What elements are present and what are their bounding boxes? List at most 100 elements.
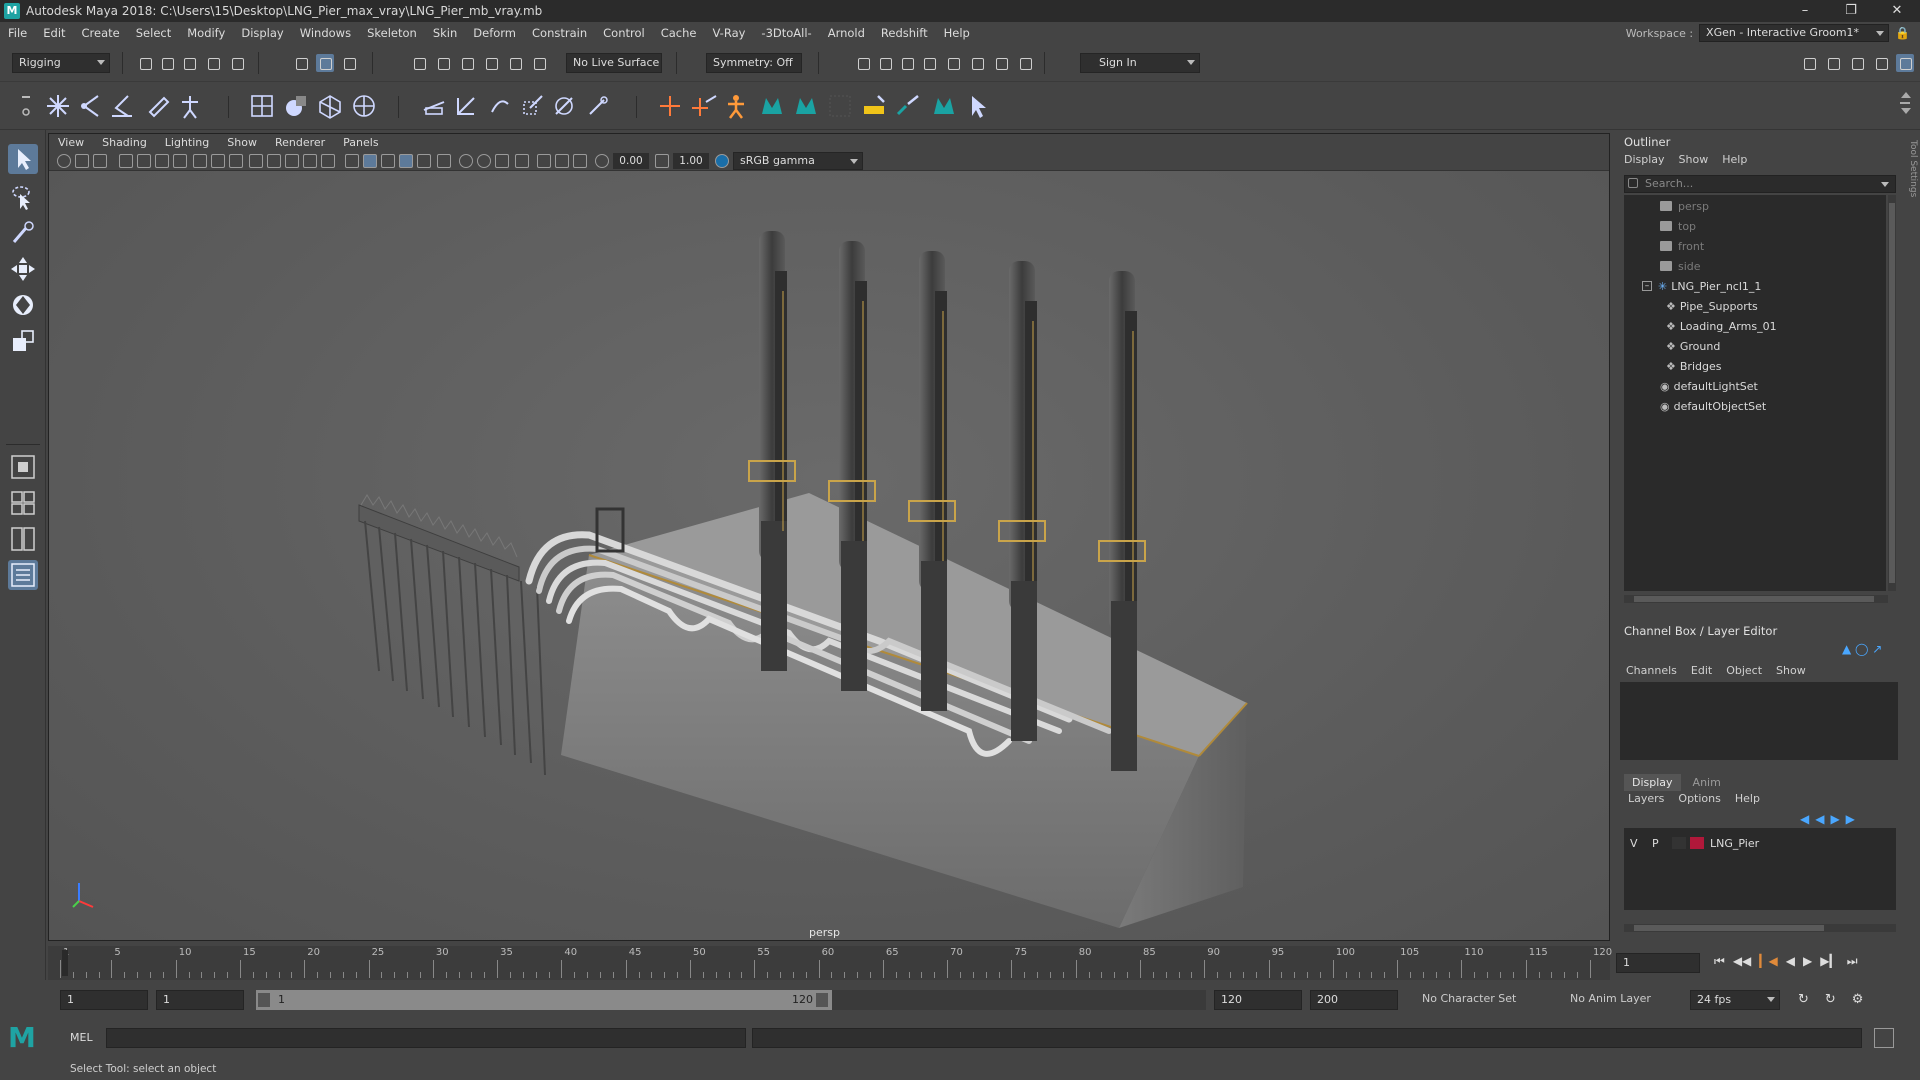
gate-mask-icon[interactable] xyxy=(249,154,263,168)
viewport-menu-view[interactable]: View xyxy=(49,136,93,149)
channel-box-toggle-icon[interactable] xyxy=(1896,54,1914,72)
layer-list[interactable]: V P LNG_Pier xyxy=(1624,828,1896,910)
screen-space-ao-icon[interactable] xyxy=(437,154,451,168)
menu-redshift[interactable]: Redshift xyxy=(873,26,936,40)
undo-icon[interactable] xyxy=(204,54,222,72)
pole-vector-icon[interactable] xyxy=(584,92,612,120)
play-forward-icon[interactable]: ▶ xyxy=(1803,954,1812,969)
outliner-menu-display[interactable]: Display xyxy=(1624,153,1665,166)
cluster-icon[interactable] xyxy=(282,92,310,120)
open-scene-icon[interactable] xyxy=(158,54,176,72)
snap-surface-icon[interactable] xyxy=(506,54,524,72)
layer-playback-toggle[interactable]: P xyxy=(1652,837,1672,850)
tool-settings-tab[interactable]: Tool Settings xyxy=(1906,140,1918,220)
scale-tool-icon[interactable] xyxy=(8,326,38,356)
menu-skeleton[interactable]: Skeleton xyxy=(359,26,425,40)
render-view-icon[interactable] xyxy=(968,54,986,72)
workspace-dropdown[interactable]: XGen - Interactive Groom1* xyxy=(1699,24,1890,42)
mash-tools-icon[interactable] xyxy=(930,92,958,120)
channels-menu[interactable]: Channels xyxy=(1626,664,1677,677)
channel-box-content[interactable] xyxy=(1620,682,1898,760)
sign-in-button[interactable]: Sign In xyxy=(1080,53,1200,73)
motion-blur-icon[interactable] xyxy=(459,154,473,168)
gamma-icon[interactable] xyxy=(655,154,669,168)
command-input[interactable] xyxy=(106,1028,746,1048)
gamma-field[interactable]: 1.00 xyxy=(673,153,709,169)
outliner-horizontal-scrollbar[interactable] xyxy=(1624,595,1888,603)
snap-view-icon[interactable] xyxy=(482,54,500,72)
viewport-menu-lighting[interactable]: Lighting xyxy=(156,136,218,149)
hik-character-icon[interactable] xyxy=(722,92,750,120)
textured-icon[interactable] xyxy=(381,154,395,168)
maya-home-logo-icon[interactable]: M xyxy=(8,1024,44,1052)
layer-row-lng-pier[interactable]: V P LNG_Pier xyxy=(1630,834,1759,852)
menu-set-dropdown[interactable]: Rigging xyxy=(12,53,110,73)
fps-dropdown[interactable]: 24 fps xyxy=(1690,990,1780,1010)
menu-cache[interactable]: Cache xyxy=(653,26,705,40)
wrap-icon[interactable] xyxy=(316,92,344,120)
layer-type-toggle[interactable] xyxy=(1672,837,1686,849)
paint-select-tool-icon[interactable] xyxy=(8,218,38,248)
select-tool-icon[interactable] xyxy=(8,144,38,174)
2d-pan-zoom-icon[interactable] xyxy=(137,154,151,168)
select-object-icon[interactable] xyxy=(316,54,334,72)
menu-help[interactable]: Help xyxy=(936,26,978,40)
select-hierarchy-icon[interactable] xyxy=(292,54,310,72)
layer-visibility-toggle[interactable]: V xyxy=(1630,837,1646,850)
aim-constraint-icon[interactable] xyxy=(452,92,480,120)
range-end-handle[interactable] xyxy=(816,993,828,1007)
pause-icon[interactable] xyxy=(1016,54,1034,72)
field-chart-icon[interactable] xyxy=(267,154,281,168)
close-button[interactable]: ✕ xyxy=(1874,0,1920,22)
viewport-menu-renderer[interactable]: Renderer xyxy=(266,136,334,149)
ik-handle-icon[interactable] xyxy=(76,92,104,120)
menu-windows[interactable]: Windows xyxy=(292,26,359,40)
menu-display[interactable]: Display xyxy=(233,26,291,40)
shadows-icon[interactable] xyxy=(417,154,431,168)
maximize-button[interactable]: ❐ xyxy=(1828,0,1874,22)
resolution-gate-icon[interactable] xyxy=(229,154,243,168)
layer-help-menu[interactable]: Help xyxy=(1735,792,1760,805)
range-slider[interactable]: 1 120 xyxy=(256,990,832,1010)
blend-shape-icon[interactable] xyxy=(350,92,378,120)
go-to-start-icon[interactable]: ⏮ xyxy=(1714,954,1725,969)
single-pane-layout-icon[interactable] xyxy=(8,452,38,482)
outliner-list[interactable]: persp top front side – ✳ LNG_Pier_ncl1_1 ❖… xyxy=(1624,195,1886,591)
vray-render-icon[interactable] xyxy=(992,54,1010,72)
menu-constrain[interactable]: Constrain xyxy=(524,26,595,40)
hik-skeleton-icon[interactable] xyxy=(176,92,204,120)
outliner-item-default-object-set[interactable]: ◉ defaultObjectSet xyxy=(1660,397,1766,415)
menu-3dtoall[interactable]: -3DtoAll- xyxy=(753,26,819,40)
menu-modify[interactable]: Modify xyxy=(179,26,233,40)
loop-icons[interactable]: ↻↻⚙ xyxy=(1798,992,1879,1007)
shelf-options-icon[interactable] xyxy=(14,92,34,120)
outliner-item-top[interactable]: top xyxy=(1660,217,1696,235)
animation-end-field[interactable]: 200 xyxy=(1310,990,1398,1010)
snap-curve-icon[interactable] xyxy=(434,54,452,72)
outliner-menu-help[interactable]: Help xyxy=(1722,153,1747,166)
outliner-item-pipe-supports[interactable]: ❖ Pipe_Supports xyxy=(1666,297,1758,315)
safe-action-icon[interactable] xyxy=(285,154,299,168)
menu-control[interactable]: Control xyxy=(595,26,653,40)
smooth-shade-icon[interactable] xyxy=(345,154,359,168)
outliner-item-side[interactable]: side xyxy=(1660,257,1701,275)
custom-script-icon[interactable] xyxy=(964,92,992,120)
render-frame-icon[interactable] xyxy=(854,54,872,72)
locator-icon[interactable] xyxy=(656,92,684,120)
menu-file[interactable]: File xyxy=(0,26,35,40)
exposure-field[interactable]: 0.00 xyxy=(613,153,649,169)
two-pane-layout-icon[interactable] xyxy=(8,524,38,554)
character-set-dropdown[interactable]: No Character Set xyxy=(1422,992,1516,1005)
move-tool-icon[interactable] xyxy=(8,254,38,284)
tool-settings-icon[interactable] xyxy=(1872,54,1890,72)
isolate-select-icon[interactable] xyxy=(515,154,529,168)
outliner-menu-show[interactable]: Show xyxy=(1679,153,1709,166)
step-forward-frame-icon[interactable]: ▶▎ xyxy=(1820,954,1838,969)
skin-bind-icon[interactable] xyxy=(144,92,172,120)
outliner-item-persp[interactable]: persp xyxy=(1660,197,1709,215)
edit-menu[interactable]: Edit xyxy=(1691,664,1712,677)
outliner-item-front[interactable]: front xyxy=(1660,237,1704,255)
tab-anim[interactable]: Anim xyxy=(1685,774,1729,791)
rotate-tool-icon[interactable] xyxy=(8,290,38,320)
locator-ik-icon[interactable] xyxy=(690,92,718,120)
